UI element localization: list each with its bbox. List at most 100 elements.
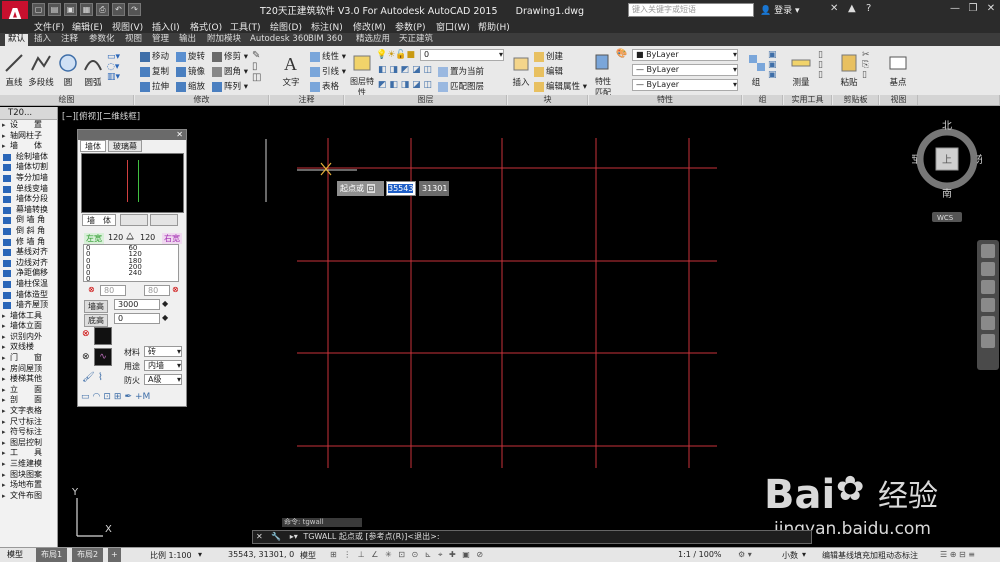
group-tool-icons[interactable]: ▣ ▣ ▣ (768, 50, 777, 80)
tab-layout2[interactable]: 布局2 (72, 548, 104, 562)
dialog-title-bar[interactable]: ✕ (78, 130, 186, 140)
menu-dimension[interactable]: 标注(N) (311, 20, 343, 33)
sidebar-item[interactable]: 尺寸标注 (0, 417, 57, 428)
hatch-pattern-1[interactable] (94, 327, 112, 345)
copy-button[interactable]: 复制 (140, 65, 169, 77)
sidebar-item[interactable]: 倒 斜 角 (0, 226, 57, 237)
utility-tool-icons[interactable]: ▯ ▯ ▯ (818, 50, 823, 80)
t20-header[interactable]: T20... (0, 107, 57, 120)
measure-button[interactable]: 测量 (788, 52, 814, 88)
dynamic-input-x[interactable]: 35543 (386, 181, 416, 196)
command-line[interactable]: ✕ 🔧 ▸▾ TGWALL 起点或 [参考点(R)]<退出>: (252, 530, 812, 544)
tab-featured-apps[interactable]: 精选应用 (353, 34, 393, 46)
menu-help[interactable]: 帮助(H) (478, 20, 510, 33)
dimension-button[interactable]: 线性 ▾ (310, 50, 346, 62)
a360-icon[interactable]: ▲ (848, 3, 856, 14)
match-properties-button[interactable]: 特性匹配 (592, 52, 614, 98)
color-wheel-icon[interactable]: 🎨 (616, 49, 627, 59)
sidebar-item[interactable]: 绘制墙体 (0, 152, 57, 163)
zoom-icon[interactable] (981, 280, 995, 294)
new-icon[interactable]: ▢ (32, 3, 45, 16)
units-dropdown-icon[interactable]: ▾ (802, 550, 806, 559)
sidebar-item[interactable]: 工 具 (0, 448, 57, 459)
move-button[interactable]: 移动 (140, 50, 169, 62)
group-button[interactable]: 组 (746, 52, 766, 88)
panel-layers-label[interactable]: 图层 (345, 95, 507, 105)
tab-addins[interactable]: 附加模块 (204, 34, 244, 46)
menu-draw[interactable]: 绘图(D) (270, 20, 302, 33)
subtab-2[interactable] (120, 214, 148, 226)
wall-height-field[interactable]: 3000 (114, 299, 160, 310)
sidebar-item[interactable]: 倒 墙 角 (0, 215, 57, 226)
layer-dropdown[interactable]: 0 ▾ (420, 49, 504, 61)
base-height-field[interactable]: 0 (114, 313, 160, 324)
hatch-pattern-2[interactable]: ∿ (94, 348, 112, 366)
tab-manage[interactable]: 管理 (149, 34, 172, 46)
paste-button[interactable]: 粘贴 (838, 52, 860, 88)
polyline-button[interactable]: 多段线 (27, 52, 55, 88)
scale-status[interactable]: 比例 1:100 (150, 550, 192, 561)
viewcube[interactable]: 上 北 南 西 东 WCS (912, 118, 982, 226)
sidebar-item[interactable]: 图块图案 (0, 470, 57, 481)
sidebar-item[interactable]: 门 窗 (0, 353, 57, 364)
tab-bim360[interactable]: BIM 360 (305, 34, 346, 46)
panel-block-label[interactable]: 块 (508, 95, 588, 105)
mode-pen-icon[interactable]: ✒ (124, 392, 132, 404)
mode-rect-icon[interactable]: ⊡ (103, 392, 111, 404)
sidebar-item[interactable]: 图层控制 (0, 438, 57, 449)
close-icon[interactable]: ✕ (984, 2, 998, 16)
panel-groups-label[interactable]: 组 (743, 95, 783, 105)
nav-menu-icon[interactable] (981, 334, 995, 348)
drafting-toggles[interactable]: ⊞ ⋮ ⊥ ∠ ✳ ⊡ ⊙ ⊾ ⌖ ✚ ▣ ⊘ (330, 550, 485, 560)
mode-pick-icon[interactable]: ⊞ (114, 392, 122, 404)
tab-a360[interactable]: Autodesk 360 (247, 34, 312, 46)
width-list[interactable]: 0 60 0 120 0 180 0 200 0 240 0 (83, 244, 179, 283)
redo-icon[interactable]: ↷ (128, 3, 141, 16)
showmotion-icon[interactable] (981, 316, 995, 330)
signin-button[interactable]: 👤 登录 ▾ (760, 3, 799, 16)
tab-curtain-wall[interactable]: 玻璃幕 (108, 140, 142, 152)
clear-right-icon[interactable]: ⊗ (172, 285, 179, 294)
tab-default[interactable]: 默认 (5, 34, 29, 46)
subtab-wall[interactable]: 墙 体 (82, 214, 116, 226)
linetype-dropdown[interactable]: — ByLayer ▾ (632, 64, 738, 76)
set-current-button[interactable]: 置为当前 (438, 65, 484, 77)
array-button[interactable]: 阵列 ▾ (212, 80, 248, 92)
sidebar-item[interactable]: 双线楼 (0, 342, 57, 353)
help-icon[interactable]: ? (866, 3, 871, 14)
edit-block-button[interactable]: 编辑 (534, 65, 563, 77)
undo-icon[interactable]: ↶ (112, 3, 125, 16)
left-offset-field[interactable]: 80 (100, 285, 126, 296)
sidebar-item[interactable]: 文字表格 (0, 406, 57, 417)
panel-draw-label[interactable]: 绘图 (0, 95, 134, 105)
sidebar-item[interactable]: 基线对齐 (0, 247, 57, 258)
minimize-icon[interactable]: — (948, 2, 962, 16)
fillet-button[interactable]: 圆角 ▾ (212, 65, 248, 77)
sidebar-item[interactable]: 识别内外 (0, 332, 57, 343)
edit-attribute-button[interactable]: 编辑属性 ▾ (534, 80, 587, 92)
print-icon[interactable]: ⎙ (96, 3, 109, 16)
menu-parametric[interactable]: 参数(P) (395, 20, 425, 33)
panel-utilities-label[interactable]: 实用工具 (784, 95, 832, 105)
exchange-icon[interactable]: ✕ (830, 3, 838, 14)
table-button[interactable]: 表格 (310, 80, 339, 92)
scale-dropdown-icon[interactable]: ▾ (198, 550, 202, 559)
fire-dropdown[interactable]: A级 ▾ (144, 374, 182, 385)
color-dropdown[interactable]: ■ ByLayer ▾ (632, 49, 738, 61)
tab-view[interactable]: 视图 (122, 34, 145, 46)
base-view-button[interactable]: 基点 (886, 52, 910, 88)
mirror-button[interactable]: 镜像 (176, 65, 205, 77)
left-width-value[interactable]: 120 (108, 233, 123, 242)
draw-more-icons[interactable]: ▭▾ ◌▾ ▥▾ (107, 52, 129, 92)
sidebar-item[interactable]: 墙体分段 (0, 194, 57, 205)
leader-button[interactable]: 引线 ▾ (310, 65, 346, 77)
sidebar-item[interactable]: 墙体造型 (0, 290, 57, 301)
hatch-toggle-2-icon[interactable]: ⊗ (82, 352, 90, 362)
annotation-scale[interactable]: 1:1 / 100% (678, 550, 722, 559)
sidebar-item[interactable]: 立 面 (0, 385, 57, 396)
right-width-value[interactable]: 120 (140, 233, 155, 242)
mode-line-icon[interactable]: ▭ (81, 392, 90, 404)
panel-modify-label[interactable]: 修改 (135, 95, 269, 105)
close-command-icon[interactable]: ✕ (253, 532, 266, 541)
width-row[interactable]: 0 (86, 276, 178, 283)
